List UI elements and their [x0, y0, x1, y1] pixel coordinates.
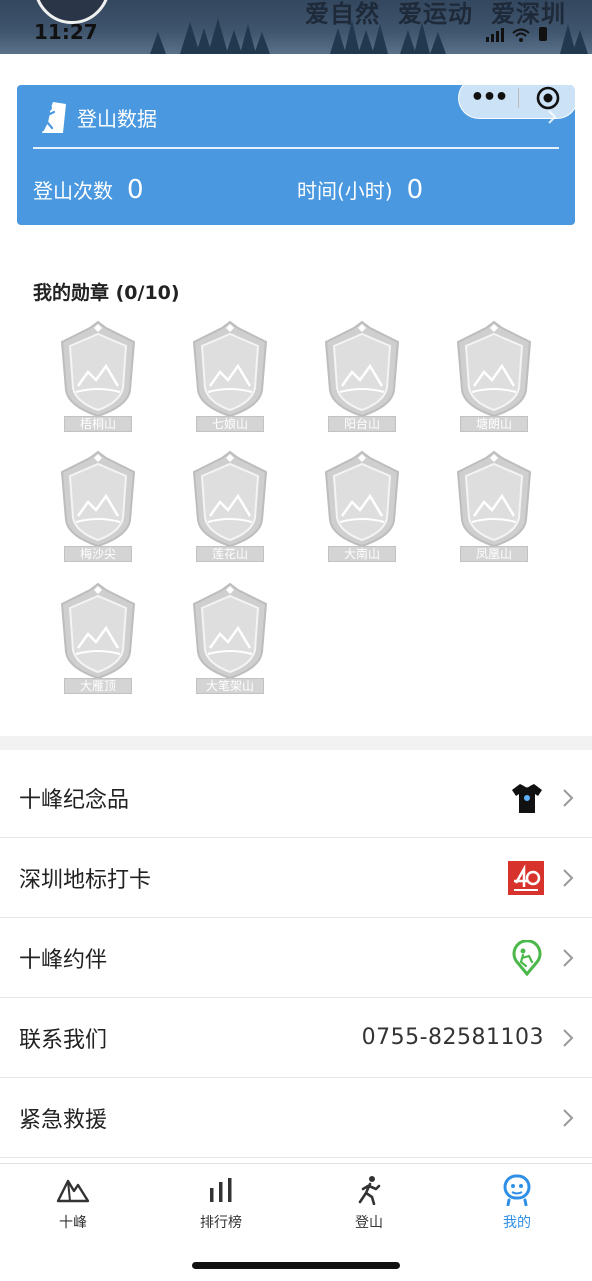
- mountain-badge-icon: [456, 320, 532, 418]
- menu-item-find-partners[interactable]: 十峰约伴: [0, 918, 592, 998]
- medal-yangtaishan[interactable]: 阳台山: [314, 320, 410, 432]
- chevron-right-icon: [563, 869, 574, 887]
- slogan-sport: 爱运动: [398, 0, 473, 28]
- medal-wutongshan[interactable]: 梧桐山: [50, 320, 146, 432]
- climb-count-stat: 登山次数 0: [33, 175, 144, 205]
- card-divider: [33, 147, 559, 149]
- more-options-icon[interactable]: •••: [459, 77, 518, 119]
- mountain-badge-icon: [324, 450, 400, 548]
- medal-name: 莲花山: [196, 546, 264, 562]
- menu-item-landmark-checkin[interactable]: 深圳地标打卡: [0, 838, 592, 918]
- medal-fenghuangshan[interactable]: 凤凰山: [446, 450, 542, 562]
- bar-chart-icon: [210, 1178, 232, 1202]
- menu-item-contact-us[interactable]: 联系我们 0755-82581103: [0, 998, 592, 1078]
- medal-name: 阳台山: [328, 416, 396, 432]
- medal-dananshan[interactable]: 大南山: [314, 450, 410, 562]
- mountain-badge-icon: [192, 582, 268, 680]
- miniprogram-capsule: •••: [458, 77, 578, 119]
- section-divider: [0, 736, 592, 750]
- tshirt-icon: [512, 783, 542, 813]
- medal-name: 梅沙尖: [64, 546, 132, 562]
- slogan-shenzhen: 爱深圳: [491, 0, 566, 28]
- mountain-icon: [56, 1179, 90, 1203]
- tab-label: 十峰: [59, 1215, 87, 1231]
- card-title: 登山数据: [77, 106, 157, 131]
- medal-name: 梧桐山: [64, 416, 132, 432]
- mountain-badge-icon: [192, 450, 268, 548]
- medal-name: 大南山: [328, 546, 396, 562]
- hiker-icon: [358, 1176, 381, 1205]
- mountain-badge-icon: [60, 320, 136, 418]
- chevron-right-icon: [563, 1029, 574, 1047]
- tab-label: 登山: [355, 1215, 383, 1231]
- climber-icon: [41, 102, 66, 133]
- medal-meishajian[interactable]: 梅沙尖: [50, 450, 146, 562]
- medal-dayanding[interactable]: 大雁顶: [50, 582, 146, 694]
- mountain-badge-icon: [456, 450, 532, 548]
- status-time: 11:27: [34, 20, 98, 44]
- status-icons: [486, 26, 548, 42]
- climb-count-value: 0: [127, 175, 144, 205]
- medal-tanglangshan[interactable]: 塘朗山: [446, 320, 542, 432]
- mountain-badge-icon: [192, 320, 268, 418]
- chevron-right-icon: [563, 949, 574, 967]
- profile-icon: [503, 1174, 531, 1206]
- tab-label: 我的: [503, 1215, 531, 1231]
- medals-title: 我的勋章 (0/10): [33, 282, 180, 304]
- menu-item-label: 紧急救援: [19, 1107, 108, 1133]
- tab-shifeng[interactable]: 十峰: [18, 1174, 128, 1232]
- medal-dabijiashan[interactable]: 大笔架山: [182, 582, 278, 694]
- chevron-right-icon: [563, 789, 574, 807]
- wifi-icon: [512, 28, 530, 42]
- mountain-badge-icon: [60, 582, 136, 680]
- tab-climb[interactable]: 登山: [314, 1174, 424, 1232]
- slogan-nature: 爱自然: [305, 0, 380, 28]
- menu-item-label: 深圳地标打卡: [19, 867, 152, 893]
- home-indicator[interactable]: [192, 1262, 400, 1269]
- hours-stat: 时间(小时) 0: [297, 175, 423, 205]
- battery-icon: [539, 27, 547, 41]
- close-miniprogram-icon[interactable]: [519, 85, 577, 111]
- contact-phone-number: 0755-82581103: [361, 1025, 544, 1050]
- hours-value: 0: [406, 175, 424, 205]
- medal-name: 凤凰山: [460, 546, 528, 562]
- mountain-badge-icon: [324, 320, 400, 418]
- tab-label: 排行榜: [200, 1215, 242, 1231]
- menu-item-souvenirs[interactable]: 十峰纪念品: [0, 758, 592, 838]
- medal-name: 塘朗山: [460, 416, 528, 432]
- tab-leaderboard[interactable]: 排行榜: [166, 1174, 276, 1232]
- medal-qiniangshan[interactable]: 七娘山: [182, 320, 278, 432]
- signal-icon: [486, 28, 504, 42]
- tab-mine[interactable]: 我的: [462, 1174, 572, 1232]
- medal-name: 大雁顶: [64, 678, 132, 694]
- medal-lianhuashan[interactable]: 莲花山: [182, 450, 278, 562]
- menu-list: 十峰纪念品 深圳地标打卡 十峰约伴 联系我们 0755-82581103 紧急救…: [0, 758, 592, 1158]
- partner-location-icon: [512, 939, 542, 976]
- chevron-right-icon: [563, 1109, 574, 1127]
- banner-slogans: 爱自然 爱运动 爱深圳: [287, 0, 566, 29]
- menu-item-label: 十峰纪念品: [19, 787, 130, 813]
- mountain-badge-icon: [60, 450, 136, 548]
- menu-item-label: 联系我们: [19, 1027, 108, 1053]
- menu-item-emergency-rescue[interactable]: 紧急救援: [0, 1078, 592, 1158]
- card-header: 登山数据: [39, 97, 157, 137]
- medal-name: 七娘山: [196, 416, 264, 432]
- menu-item-label: 十峰约伴: [19, 947, 108, 973]
- medal-name: 大笔架山: [196, 678, 264, 694]
- header-banner: 爱自然 爱运动 爱深圳 11:27: [0, 0, 592, 54]
- shenzhen-40-logo-icon: [508, 860, 544, 895]
- climb-count-label: 登山次数: [33, 179, 113, 203]
- hours-label: 时间(小时): [297, 179, 393, 203]
